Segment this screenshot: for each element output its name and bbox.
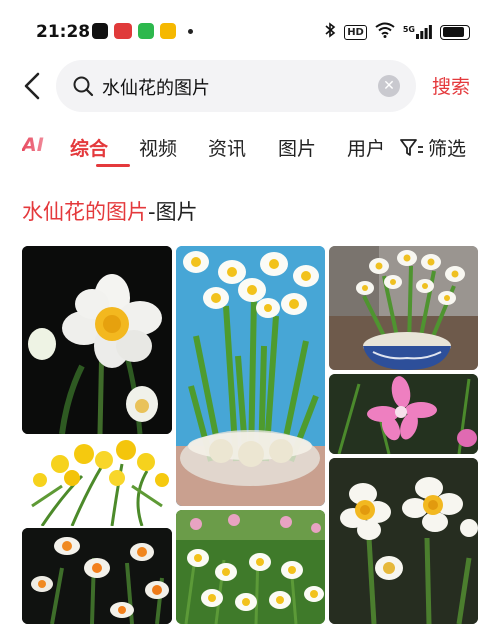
tab-users[interactable]: 用户 bbox=[347, 134, 385, 161]
filter-label: 筛选 bbox=[428, 138, 467, 160]
pink-lily-photo bbox=[329, 374, 478, 454]
notification-icons bbox=[92, 23, 193, 39]
tab-news[interactable]: 资讯 bbox=[208, 134, 246, 161]
narcissus-photo-orange bbox=[22, 528, 172, 624]
tab-video[interactable]: 视频 bbox=[139, 134, 177, 161]
narcissus-photo-pot bbox=[329, 246, 478, 370]
narcissus-photo-dark-bg bbox=[22, 246, 172, 434]
section-title-suffix: -图片 bbox=[148, 200, 198, 224]
tiktok-icon bbox=[92, 23, 108, 39]
search-button[interactable]: 搜索 bbox=[432, 72, 470, 99]
image-result[interactable] bbox=[22, 246, 172, 434]
image-result[interactable] bbox=[329, 374, 478, 454]
image-result[interactable] bbox=[329, 458, 478, 624]
narcissus-photo-closeup bbox=[329, 458, 478, 624]
chevron-left-icon bbox=[24, 72, 40, 100]
green-app-icon bbox=[138, 23, 154, 39]
yellow-app-icon bbox=[160, 23, 176, 39]
section-title: 水仙花的图片-图片 bbox=[22, 196, 198, 226]
filter-button[interactable]: 筛选 bbox=[400, 134, 466, 161]
more-notifications-dot bbox=[188, 28, 193, 34]
narcissus-photo-field bbox=[176, 510, 325, 624]
filter-icon bbox=[400, 138, 423, 156]
clear-icon[interactable]: ✕ bbox=[378, 75, 400, 97]
image-result[interactable] bbox=[176, 246, 325, 506]
search-icon bbox=[72, 75, 94, 101]
image-result[interactable] bbox=[329, 246, 478, 370]
search-query[interactable]: 水仙花的图片 bbox=[102, 74, 210, 100]
image-result[interactable] bbox=[22, 528, 172, 624]
toutiao-icon bbox=[114, 23, 132, 39]
battery-icon bbox=[440, 24, 470, 40]
image-result[interactable] bbox=[22, 436, 172, 526]
narcissus-photo-bowl bbox=[176, 246, 325, 506]
system-icons: HD 5G bbox=[324, 22, 470, 42]
tab-ai[interactable]: AI bbox=[22, 134, 44, 156]
status-time: 21:28 bbox=[36, 22, 91, 42]
tab-images[interactable]: 图片 bbox=[278, 134, 316, 161]
hd-badge: HD bbox=[344, 24, 367, 40]
section-title-query: 水仙花的图片 bbox=[22, 200, 148, 224]
wifi-icon bbox=[375, 22, 395, 42]
bluetooth-icon bbox=[324, 22, 336, 42]
tab-all[interactable]: 综合 bbox=[70, 134, 108, 161]
back-button[interactable] bbox=[20, 70, 50, 102]
network-type: 5G bbox=[402, 25, 415, 34]
narcissus-photo-yellow bbox=[22, 436, 172, 526]
signal-icon: 5G bbox=[403, 25, 432, 39]
active-tab-indicator bbox=[96, 164, 130, 167]
result-tabs: AI 综合 视频 资讯 图片 用户 筛选 bbox=[22, 134, 492, 170]
search-input[interactable]: 水仙花的图片 ✕ bbox=[56, 60, 416, 112]
image-result[interactable] bbox=[176, 510, 325, 624]
status-bar: 21:28 HD 5G bbox=[0, 0, 500, 60]
